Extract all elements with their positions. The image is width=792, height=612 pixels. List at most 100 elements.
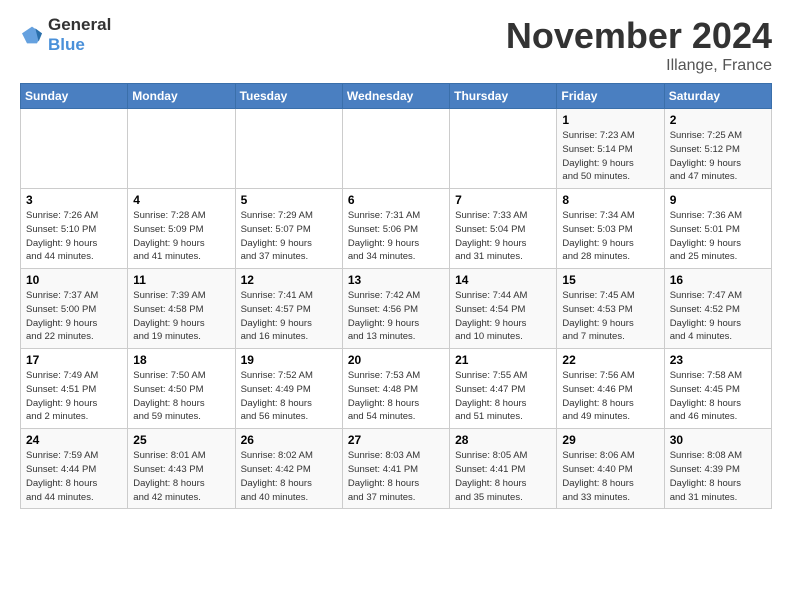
day-number: 1 — [562, 113, 658, 127]
day-number: 11 — [133, 273, 229, 287]
day-info: Sunrise: 7:36 AMSunset: 5:01 PMDaylight:… — [670, 209, 766, 264]
calendar-cell: 22 Sunrise: 7:56 AMSunset: 4:46 PMDayligh… — [557, 349, 664, 429]
day-info: Sunrise: 7:34 AMSunset: 5:03 PMDaylight:… — [562, 209, 658, 264]
calendar-cell: 6 Sunrise: 7:31 AMSunset: 5:06 PMDaylight… — [342, 189, 449, 269]
calendar-table: Sunday Monday Tuesday Wednesday Thursday… — [20, 83, 772, 509]
day-info: Sunrise: 7:37 AMSunset: 5:00 PMDaylight:… — [26, 289, 122, 344]
day-number: 28 — [455, 433, 551, 447]
day-info: Sunrise: 7:25 AMSunset: 5:12 PMDaylight:… — [670, 129, 766, 184]
day-info: Sunrise: 7:50 AMSunset: 4:50 PMDaylight:… — [133, 369, 229, 424]
day-number: 24 — [26, 433, 122, 447]
calendar-cell: 21 Sunrise: 7:55 AMSunset: 4:47 PMDayligh… — [450, 349, 557, 429]
day-info: Sunrise: 7:52 AMSunset: 4:49 PMDaylight:… — [241, 369, 337, 424]
day-number: 12 — [241, 273, 337, 287]
day-info: Sunrise: 7:26 AMSunset: 5:10 PMDaylight:… — [26, 209, 122, 264]
calendar-week-4: 17 Sunrise: 7:49 AMSunset: 4:51 PMDayligh… — [21, 349, 772, 429]
day-number: 2 — [670, 113, 766, 127]
col-tuesday: Tuesday — [235, 84, 342, 109]
calendar-cell — [21, 109, 128, 189]
logo: General Blue — [20, 15, 111, 55]
calendar-body: 1 Sunrise: 7:23 AMSunset: 5:14 PMDaylight… — [21, 109, 772, 509]
day-number: 6 — [348, 193, 444, 207]
day-number: 26 — [241, 433, 337, 447]
day-number: 22 — [562, 353, 658, 367]
day-info: Sunrise: 7:28 AMSunset: 5:09 PMDaylight:… — [133, 209, 229, 264]
day-info: Sunrise: 8:05 AMSunset: 4:41 PMDaylight:… — [455, 449, 551, 504]
calendar-week-3: 10 Sunrise: 7:37 AMSunset: 5:00 PMDayligh… — [21, 269, 772, 349]
calendar-cell: 19 Sunrise: 7:52 AMSunset: 4:49 PMDayligh… — [235, 349, 342, 429]
calendar-cell: 5 Sunrise: 7:29 AMSunset: 5:07 PMDaylight… — [235, 189, 342, 269]
day-info: Sunrise: 7:33 AMSunset: 5:04 PMDaylight:… — [455, 209, 551, 264]
calendar-cell: 27Sunrise: 8:03 AMSunset: 4:41 PMDayligh… — [342, 429, 449, 509]
day-number: 29 — [562, 433, 658, 447]
calendar-cell: 24Sunrise: 7:59 AMSunset: 4:44 PMDayligh… — [21, 429, 128, 509]
calendar-cell: 28 Sunrise: 8:05 AMSunset: 4:41 PMDayligh… — [450, 429, 557, 509]
calendar-cell: 2 Sunrise: 7:25 AMSunset: 5:12 PMDaylight… — [664, 109, 771, 189]
calendar-cell: 16 Sunrise: 7:47 AMSunset: 4:52 PMDayligh… — [664, 269, 771, 349]
day-number: 17 — [26, 353, 122, 367]
day-info: Sunrise: 7:23 AMSunset: 5:14 PMDaylight:… — [562, 129, 658, 184]
day-number: 16 — [670, 273, 766, 287]
calendar-cell — [128, 109, 235, 189]
calendar-header: Sunday Monday Tuesday Wednesday Thursday… — [21, 84, 772, 109]
calendar-cell: 18 Sunrise: 7:50 AMSunset: 4:50 PMDayligh… — [128, 349, 235, 429]
logo-text: General Blue — [48, 15, 111, 55]
calendar-cell: 9 Sunrise: 7:36 AMSunset: 5:01 PMDaylight… — [664, 189, 771, 269]
calendar-cell: 3 Sunrise: 7:26 AMSunset: 5:10 PMDaylight… — [21, 189, 128, 269]
col-thursday: Thursday — [450, 84, 557, 109]
day-number: 18 — [133, 353, 229, 367]
calendar-cell: 26Sunrise: 8:02 AMSunset: 4:42 PMDayligh… — [235, 429, 342, 509]
day-number: 4 — [133, 193, 229, 207]
day-number: 7 — [455, 193, 551, 207]
day-info: Sunrise: 7:29 AMSunset: 5:07 PMDaylight:… — [241, 209, 337, 264]
col-monday: Monday — [128, 84, 235, 109]
day-number: 19 — [241, 353, 337, 367]
day-info: Sunrise: 7:47 AMSunset: 4:52 PMDaylight:… — [670, 289, 766, 344]
day-number: 21 — [455, 353, 551, 367]
calendar-cell: 8Sunrise: 7:34 AMSunset: 5:03 PMDaylight… — [557, 189, 664, 269]
month-title: November 2024 — [506, 15, 772, 57]
calendar-cell — [450, 109, 557, 189]
day-info: Sunrise: 7:31 AMSunset: 5:06 PMDaylight:… — [348, 209, 444, 264]
day-info: Sunrise: 7:45 AMSunset: 4:53 PMDaylight:… — [562, 289, 658, 344]
calendar-week-1: 1 Sunrise: 7:23 AMSunset: 5:14 PMDaylight… — [21, 109, 772, 189]
day-info: Sunrise: 7:44 AMSunset: 4:54 PMDaylight:… — [455, 289, 551, 344]
day-info: Sunrise: 7:41 AMSunset: 4:57 PMDaylight:… — [241, 289, 337, 344]
day-info: Sunrise: 8:08 AMSunset: 4:39 PMDaylight:… — [670, 449, 766, 504]
day-info: Sunrise: 7:49 AMSunset: 4:51 PMDaylight:… — [26, 369, 122, 424]
calendar-cell: 30Sunrise: 8:08 AMSunset: 4:39 PMDayligh… — [664, 429, 771, 509]
calendar-cell: 4 Sunrise: 7:28 AMSunset: 5:09 PMDaylight… — [128, 189, 235, 269]
day-info: Sunrise: 7:56 AMSunset: 4:46 PMDaylight:… — [562, 369, 658, 424]
calendar-week-2: 3 Sunrise: 7:26 AMSunset: 5:10 PMDaylight… — [21, 189, 772, 269]
day-number: 10 — [26, 273, 122, 287]
calendar-cell: 7 Sunrise: 7:33 AMSunset: 5:04 PMDaylight… — [450, 189, 557, 269]
calendar-cell: 25Sunrise: 8:01 AMSunset: 4:43 PMDayligh… — [128, 429, 235, 509]
calendar-cell — [342, 109, 449, 189]
title-block: November 2024 Illange, France — [506, 15, 772, 75]
day-number: 3 — [26, 193, 122, 207]
calendar-cell: 12 Sunrise: 7:41 AMSunset: 4:57 PMDayligh… — [235, 269, 342, 349]
calendar-cell: 10 Sunrise: 7:37 AMSunset: 5:00 PMDayligh… — [21, 269, 128, 349]
day-number: 9 — [670, 193, 766, 207]
day-number: 14 — [455, 273, 551, 287]
calendar-cell: 23 Sunrise: 7:58 AMSunset: 4:45 PMDayligh… — [664, 349, 771, 429]
day-number: 5 — [241, 193, 337, 207]
day-number: 20 — [348, 353, 444, 367]
calendar-week-5: 24Sunrise: 7:59 AMSunset: 4:44 PMDayligh… — [21, 429, 772, 509]
header: General Blue November 2024 Illange, Fran… — [20, 15, 772, 75]
main-container: General Blue November 2024 Illange, Fran… — [0, 0, 792, 519]
day-info: Sunrise: 7:42 AMSunset: 4:56 PMDaylight:… — [348, 289, 444, 344]
day-number: 25 — [133, 433, 229, 447]
location-title: Illange, France — [506, 57, 772, 75]
calendar-cell — [235, 109, 342, 189]
day-info: Sunrise: 7:58 AMSunset: 4:45 PMDaylight:… — [670, 369, 766, 424]
calendar-cell: 20Sunrise: 7:53 AMSunset: 4:48 PMDayligh… — [342, 349, 449, 429]
day-info: Sunrise: 8:06 AMSunset: 4:40 PMDaylight:… — [562, 449, 658, 504]
calendar-cell: 15Sunrise: 7:45 AMSunset: 4:53 PMDayligh… — [557, 269, 664, 349]
day-number: 23 — [670, 353, 766, 367]
day-info: Sunrise: 7:55 AMSunset: 4:47 PMDaylight:… — [455, 369, 551, 424]
calendar-cell: 29 Sunrise: 8:06 AMSunset: 4:40 PMDayligh… — [557, 429, 664, 509]
col-friday: Friday — [557, 84, 664, 109]
day-number: 13 — [348, 273, 444, 287]
calendar-cell: 17 Sunrise: 7:49 AMSunset: 4:51 PMDayligh… — [21, 349, 128, 429]
